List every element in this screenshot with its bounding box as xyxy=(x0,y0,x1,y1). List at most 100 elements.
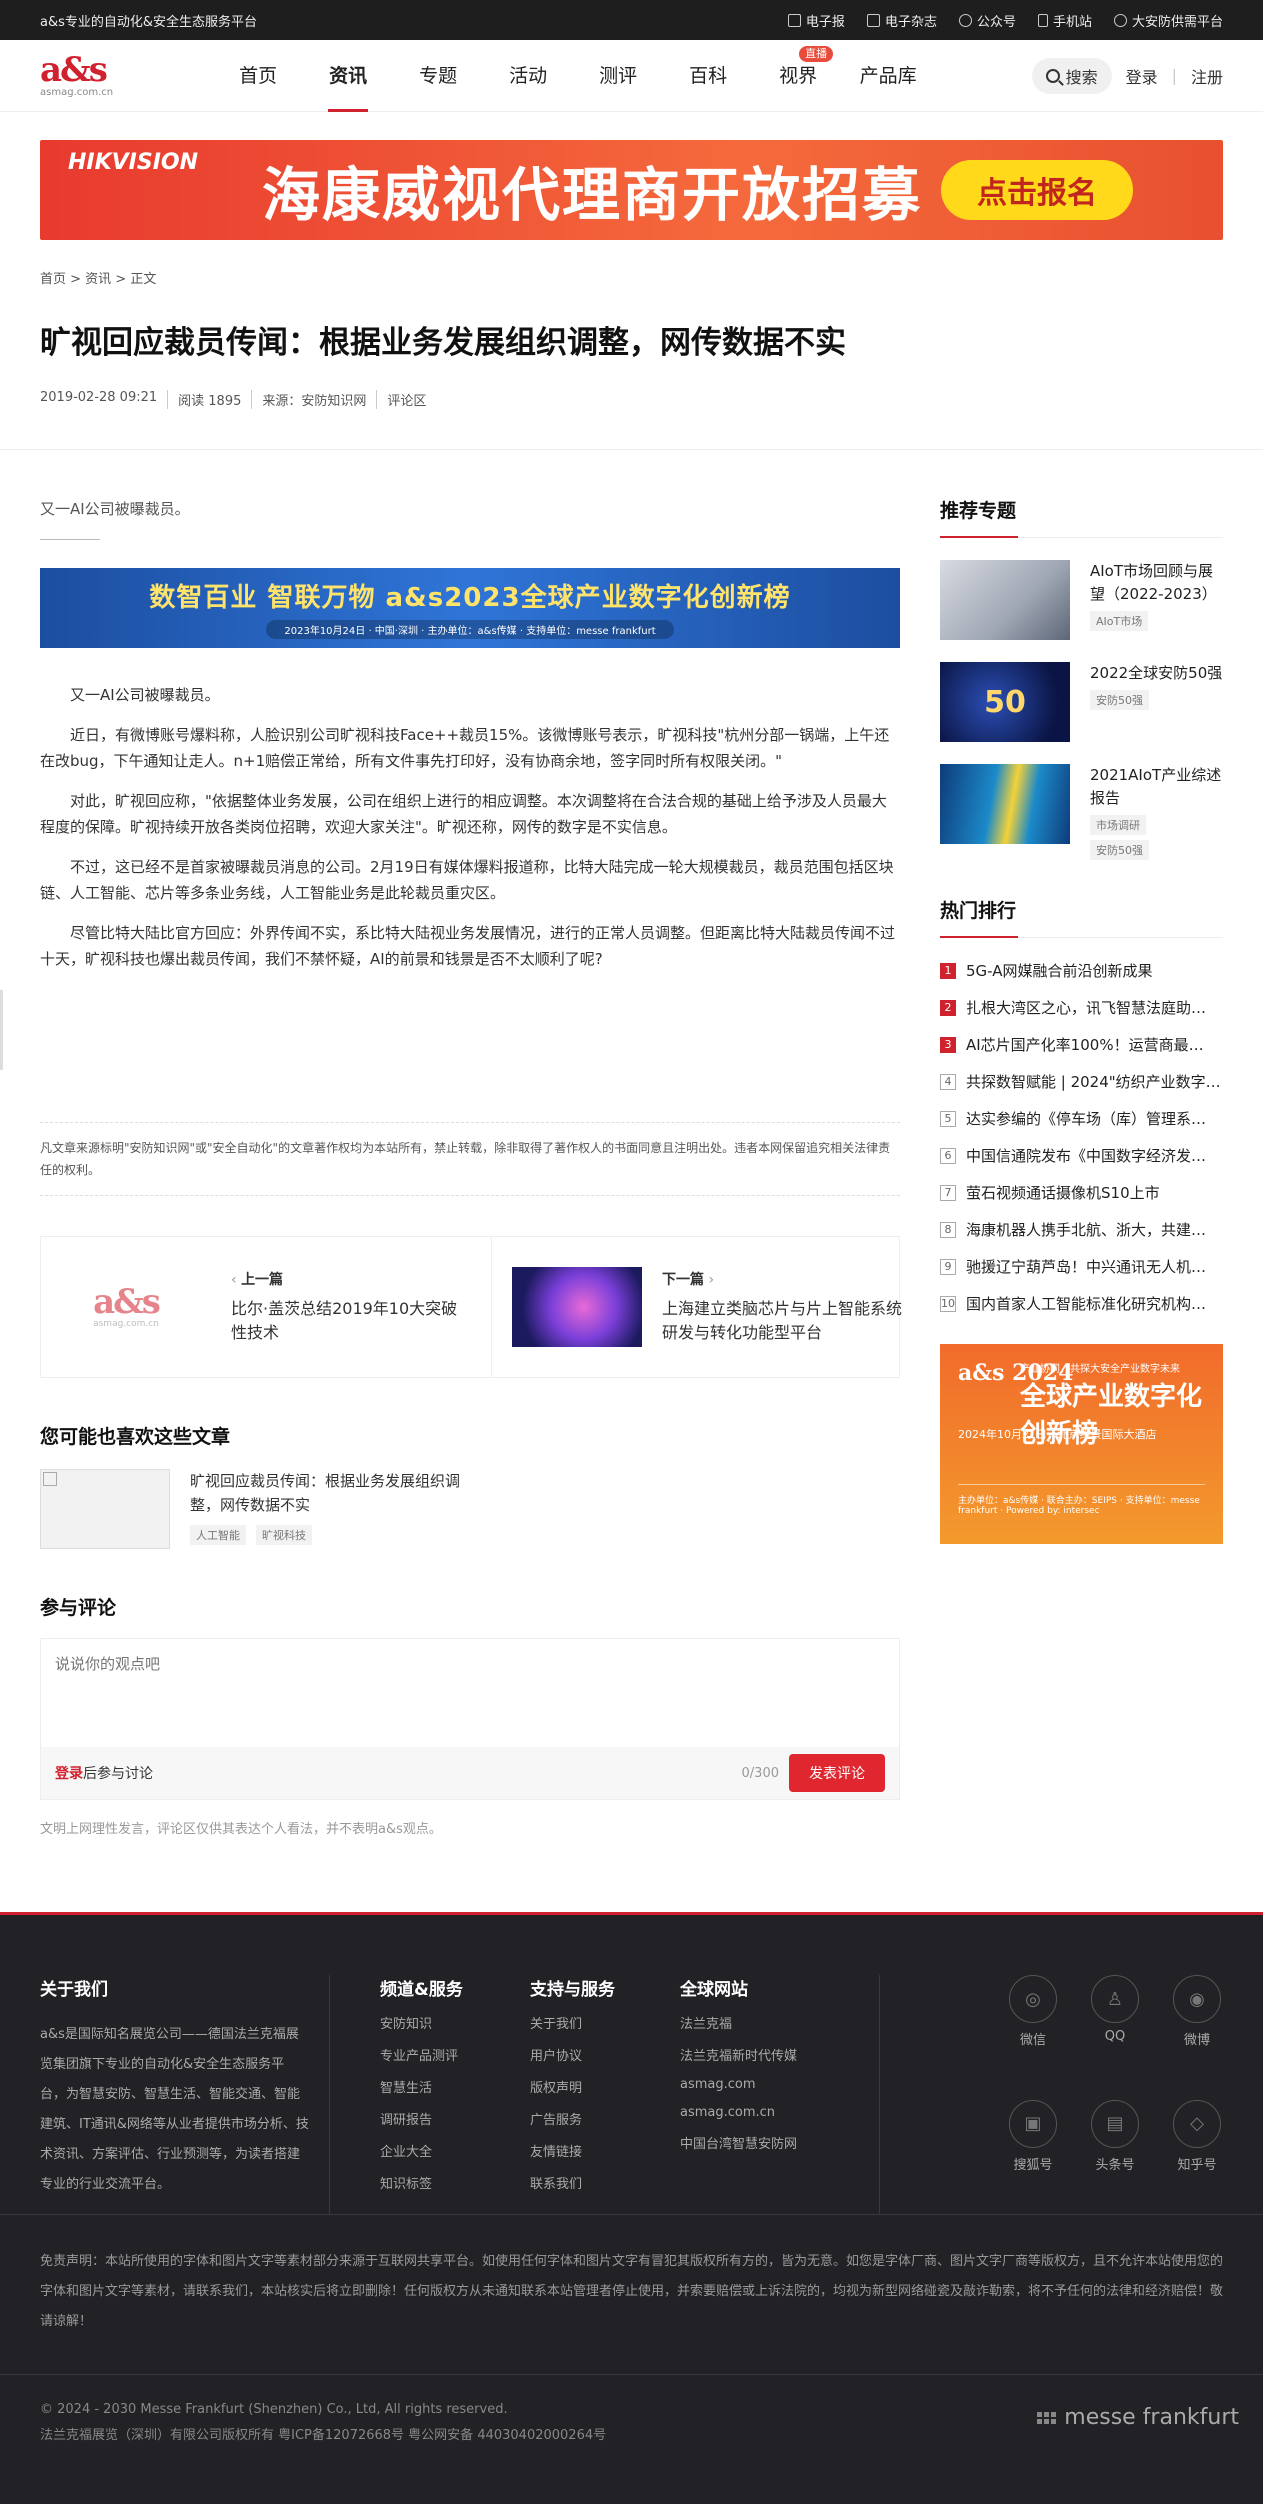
footer-link[interactable]: 关于我们 xyxy=(530,2013,680,2032)
footer-link[interactable]: 用户协议 xyxy=(530,2045,680,2064)
top-link-supply[interactable]: 大安防供需平台 xyxy=(1113,11,1223,30)
toutiao-icon: ▤ xyxy=(1091,2099,1139,2148)
topic-tag[interactable]: 市场调研 xyxy=(1090,815,1146,835)
nav-item-topics[interactable]: 专题 xyxy=(393,40,483,112)
footer-link[interactable]: 友情链接 xyxy=(530,2141,680,2160)
footer-about: 关于我们 a&s是国际知名展览公司——德国法兰克福展览集团旗下专业的自动化&安全… xyxy=(40,1975,330,2214)
banner-signup-button[interactable]: 点击报名 xyxy=(941,160,1133,220)
rank-item[interactable]: 7 萤石视频通话摄像机S10上市 xyxy=(940,1182,1223,1203)
nav-item-events[interactable]: 活动 xyxy=(483,40,573,112)
rank-item[interactable]: 3 AI芯片国产化率100%！运营商最… xyxy=(940,1034,1223,1055)
rank-title[interactable]: AI芯片国产化率100%！运营商最… xyxy=(966,1034,1204,1055)
social-wechat[interactable]: ◎ 微信 xyxy=(1007,1975,1059,2090)
nav-item-news[interactable]: 资讯 xyxy=(303,40,393,112)
top-link-emagazine[interactable]: 电子杂志 xyxy=(866,11,937,30)
rank-number: 6 xyxy=(940,1147,956,1164)
footer-link[interactable]: 知识标签 xyxy=(380,2173,530,2192)
footer-link[interactable]: asmag.com.cn xyxy=(680,2105,879,2120)
topic-tag[interactable]: 安防50强 xyxy=(1090,840,1149,860)
prev-title[interactable]: 比尔·盖茨总结2019年10大突破性技术 xyxy=(231,1297,471,1345)
footer-link[interactable]: 专业产品测评 xyxy=(380,2045,530,2064)
promo-banner[interactable]: 数智百业 智联万物 a&s2023全球产业数字化创新榜 2023年10月24日 … xyxy=(40,568,900,648)
top-link-epaper[interactable]: 电子报 xyxy=(787,11,845,30)
rank-item[interactable]: 5 达实参编的《停车场（库）管理系… xyxy=(940,1108,1223,1129)
copyright-notice: 凡文章来源标明"安防知识网"或"安全自动化"的文章著作权均为本站所有，禁止转载，… xyxy=(40,1122,900,1196)
related-title[interactable]: 旷视回应裁员传闻：根据业务发展组织调整，网传数据不实 xyxy=(190,1469,460,1517)
footer-link[interactable]: 企业大全 xyxy=(380,2141,530,2160)
topic-title[interactable]: 2022全球安防50强 xyxy=(1090,662,1222,685)
rank-title[interactable]: 海康机器人携手北航、浙大，共建… xyxy=(966,1219,1206,1240)
rank-title[interactable]: 中国信通院发布《中国数字经济发… xyxy=(966,1145,1206,1166)
rank-number: 8 xyxy=(940,1221,956,1238)
topic-tag[interactable]: AIoT市场 xyxy=(1090,611,1149,631)
rank-title[interactable]: 达实参编的《停车场（库）管理系… xyxy=(966,1108,1206,1129)
related-item[interactable]: 旷视回应裁员传闻：根据业务发展组织调整，网传数据不实 人工智能 旷视科技 xyxy=(40,1469,900,1549)
nav-item-video[interactable]: 视界 直播 xyxy=(753,40,843,112)
rank-item[interactable]: 4 共探数智赋能 | 2024"纺织产业数字… xyxy=(940,1071,1223,1092)
messe-frankfurt-icon xyxy=(1037,2412,1057,2424)
next-title[interactable]: 上海建立类脑芯片与片上智能系统研发与转化功能型平台 xyxy=(662,1297,902,1345)
breadcrumb[interactable]: 首页 > 资讯 > 正文 xyxy=(40,268,1223,287)
rank-item[interactable]: 1 5G-A网媒融合前沿创新成果 xyxy=(940,960,1223,981)
rank-title[interactable]: 驰援辽宁葫芦岛！中兴通讯无人机… xyxy=(966,1256,1206,1277)
social-qq[interactable]: ♙ QQ xyxy=(1089,1975,1141,2090)
search-button[interactable]: 搜索 xyxy=(1031,57,1112,94)
comment-input[interactable] xyxy=(41,1639,899,1749)
topic-item[interactable]: 50 2022全球安防50强 安防50强 xyxy=(940,662,1223,742)
footer-link[interactable]: 广告服务 xyxy=(530,2109,680,2128)
nav-item-reviews[interactable]: 测评 xyxy=(573,40,663,112)
footer-col-global: 全球网站 法兰克福 法兰克福新时代传媒 asmag.com asmag.com.… xyxy=(680,1975,880,2214)
comment-anchor-link[interactable]: 评论区 xyxy=(376,390,436,409)
rank-title[interactable]: 扎根大湾区之心，讯飞智慧法庭助… xyxy=(966,997,1206,1018)
article-column: 又一AI公司被曝裁员。 数智百业 智联万物 a&s2023全球产业数字化创新榜 … xyxy=(40,450,902,1837)
top-link-mobile[interactable]: 手机站 xyxy=(1037,11,1092,30)
social-zhihu[interactable]: ◇ 知乎号 xyxy=(1171,2099,1223,2215)
footer-link[interactable]: 法兰克福 xyxy=(680,2013,879,2032)
footer-link[interactable]: 中国台湾智慧安防网 xyxy=(680,2133,879,2152)
rank-item[interactable]: 9 驰援辽宁葫芦岛！中兴通讯无人机… xyxy=(940,1256,1223,1277)
rank-item[interactable]: 10 国内首家人工智能标准化研究机构… xyxy=(940,1293,1223,1314)
rank-item[interactable]: 6 中国信通院发布《中国数字经济发… xyxy=(940,1145,1223,1166)
topic-tag[interactable]: 安防50强 xyxy=(1090,690,1149,710)
footer-link[interactable]: 调研报告 xyxy=(380,2109,530,2128)
top-banner-ad[interactable]: HIKVISION 海康威视代理商开放招募 点击报名 xyxy=(40,140,1223,240)
footer-link[interactable]: 智慧生活 xyxy=(380,2077,530,2096)
next-article[interactable]: 下一篇 › 上海建立类脑芯片与片上智能系统研发与转化功能型平台 xyxy=(491,1237,922,1377)
site-logo[interactable]: a&s asmag.com.cn xyxy=(40,53,113,98)
login-link[interactable]: 登录 xyxy=(1126,64,1158,88)
footer-about-heading: 关于我们 xyxy=(40,1980,108,2000)
rank-title[interactable]: 萤石视频通话摄像机S10上市 xyxy=(966,1182,1160,1203)
rank-item[interactable]: 8 海康机器人携手北航、浙大，共建… xyxy=(940,1219,1223,1240)
footer-link[interactable]: 联系我们 xyxy=(530,2173,680,2192)
topic-item[interactable]: AIoT市场回顾与展望（2022-2023） AIoT市场 xyxy=(940,560,1223,640)
footer-col-support: 支持与服务 关于我们 用户协议 版权声明 广告服务 友情链接 联系我们 xyxy=(530,1975,680,2214)
prev-article[interactable]: a&s asmag.com.cn ‹ 上一篇 比尔·盖茨总结2019年10大突破… xyxy=(41,1237,491,1377)
rank-title[interactable]: 国内首家人工智能标准化研究机构… xyxy=(966,1293,1206,1314)
submit-comment-button[interactable]: 发表评论 xyxy=(789,1754,885,1792)
footer-link[interactable]: 法兰克福新时代传媒 xyxy=(680,2045,879,2064)
rank-title[interactable]: 共探数智赋能 | 2024"纺织产业数字… xyxy=(966,1071,1221,1092)
footer-link[interactable]: 版权声明 xyxy=(530,2077,680,2096)
topic-title[interactable]: 2021AIoT产业综述报告 xyxy=(1090,764,1223,810)
nav-item-products[interactable]: 产品库 xyxy=(843,40,933,112)
weibo-icon: ◉ xyxy=(1173,1975,1221,2023)
rank-title[interactable]: 5G-A网媒融合前沿创新成果 xyxy=(966,960,1153,981)
qq-icon: ♙ xyxy=(1091,1975,1139,2023)
nav-item-home[interactable]: 首页 xyxy=(213,40,303,112)
topic-title[interactable]: AIoT市场回顾与展望（2022-2023） xyxy=(1090,560,1223,606)
footer-link[interactable]: 安防知识 xyxy=(380,2013,530,2032)
topic-item[interactable]: 2021AIoT产业综述报告市场调研安防50强 xyxy=(940,764,1223,860)
social-toutiao[interactable]: ▤ 头条号 xyxy=(1089,2099,1141,2215)
register-link[interactable]: 注册 xyxy=(1191,64,1223,88)
related-tag[interactable]: 人工智能 xyxy=(190,1525,246,1545)
article-paragraph: 对此，旷视回应称，"依据整体业务发展，公司在组织上进行的相应调整。本次调整将在合… xyxy=(40,792,887,836)
sidebar-ad[interactable]: a&s 2024 产业协同，共探大安全产业数字未来 全球产业数字化创新榜 202… xyxy=(940,1344,1223,1544)
rank-item[interactable]: 2 扎根大湾区之心，讯飞智慧法庭助… xyxy=(940,997,1223,1018)
comment-login-link[interactable]: 登录 xyxy=(55,1763,83,1783)
social-sohu[interactable]: ▣ 搜狐号 xyxy=(1007,2099,1059,2215)
nav-item-wiki[interactable]: 百科 xyxy=(663,40,753,112)
related-tag[interactable]: 旷视科技 xyxy=(256,1525,312,1545)
top-link-wechat[interactable]: 公众号 xyxy=(958,11,1016,30)
footer-link[interactable]: asmag.com xyxy=(680,2077,879,2092)
social-weibo[interactable]: ◉ 微博 xyxy=(1171,1975,1223,2090)
